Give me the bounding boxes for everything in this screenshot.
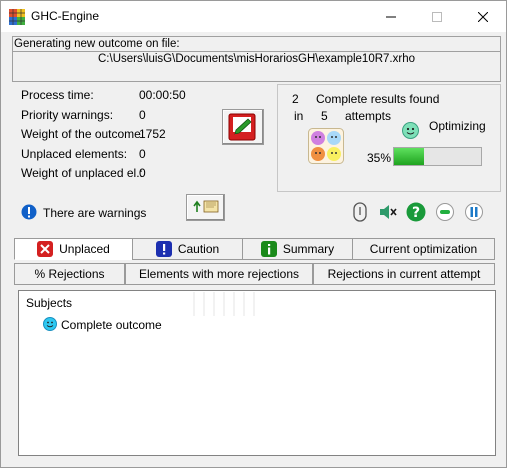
stat-value-unplaced: 0: [139, 147, 146, 161]
app-grid-icon: [9, 9, 25, 25]
progress-percent: 35%: [367, 151, 392, 165]
results-attempts: 5: [321, 109, 328, 123]
results-count: 2: [292, 92, 299, 106]
stat-label-process-time: Process time:: [21, 88, 94, 102]
export-folder-icon: [193, 200, 219, 213]
results-panel: 2 Complete results found in 5 attempts O…: [277, 84, 501, 192]
tab-caution-label: Caution: [177, 242, 220, 256]
file-divider: [13, 51, 500, 52]
svg-text:?: ?: [412, 205, 420, 221]
minimize-button[interactable]: [368, 1, 414, 32]
tab-elements-more-rejections[interactable]: Elements with more rejections: [125, 263, 313, 285]
file-path: C:\Users\luisG\Documents\misHorariosGH\e…: [98, 53, 415, 65]
stat-value-weight-unplaced: 0: [139, 166, 146, 180]
info-green-icon: [260, 240, 277, 257]
progress-fill: [394, 148, 425, 165]
maximize-button: [414, 1, 460, 32]
results-count-label: Complete results found: [316, 92, 440, 106]
tab-unplaced-label: Unplaced: [59, 242, 110, 256]
stat-value-process-time: 00:00:50: [139, 88, 186, 102]
stat-value-weight-outcome: 1752: [139, 127, 166, 141]
tab-rejections-percent-label: % Rejections: [34, 267, 105, 281]
tab-summary[interactable]: Summary: [242, 238, 353, 260]
progress-bar: [393, 147, 482, 166]
stat-label-priority-warnings: Priority warnings:: [21, 108, 114, 122]
close-button[interactable]: [460, 1, 506, 32]
pause-icon[interactable]: [464, 202, 484, 222]
ghc-document-pencil-icon: [228, 113, 256, 141]
stat-label-weight-unplaced: Weight of unplaced el.:: [21, 166, 143, 180]
warning-text: There are warnings: [43, 206, 147, 220]
file-info-box: Generating new outcome on file: C:\Users…: [12, 36, 501, 82]
tab-current-optimization[interactable]: Current optimization: [352, 238, 495, 260]
stop-minus-icon[interactable]: [435, 202, 455, 222]
list-item[interactable]: Complete outcome: [61, 318, 162, 332]
stat-value-priority-warnings: 0: [139, 108, 146, 122]
tab-elements-more-rejections-label: Elements with more rejections: [138, 267, 300, 281]
tab-current-optimization-label: Current optimization: [369, 242, 478, 256]
export-button[interactable]: [186, 194, 225, 221]
warning-info-icon: [21, 204, 37, 220]
tab-unplaced[interactable]: Unplaced: [14, 238, 133, 260]
ghc-edit-button[interactable]: [222, 109, 264, 145]
status-optimizing: Optimizing: [429, 119, 486, 133]
smiley-face-icon: [43, 317, 57, 331]
maximize-icon: [432, 11, 442, 22]
stat-label-weight-outcome: Weight of the outcome:: [21, 127, 145, 141]
title-bar[interactable]: GHC-Engine: [1, 1, 506, 32]
file-label: Generating new outcome on file:: [14, 38, 180, 50]
ghc-engine-window: GHC-Engine Generating new outcome on fil…: [0, 0, 507, 468]
faces-status-icon: [308, 128, 344, 164]
exclamation-blue-icon: [155, 240, 172, 257]
smiley-status-icon: [402, 122, 419, 139]
mute-sound-icon[interactable]: [378, 202, 398, 222]
results-in-label: in: [294, 109, 304, 123]
stat-label-unplaced: Unplaced elements:: [21, 147, 128, 161]
tab-rejections-current-attempt-label: Rejections in current attempt: [327, 267, 481, 281]
window-title: GHC-Engine: [31, 9, 100, 23]
tab-summary-label: Summary: [282, 242, 335, 256]
minimize-icon: [386, 16, 396, 17]
tab-caution[interactable]: Caution: [132, 238, 243, 260]
close-icon: [478, 11, 488, 22]
faint-divider-lines: [193, 292, 255, 316]
subjects-header: Subjects: [26, 296, 73, 310]
content-panel[interactable]: Subjects Complete outcome: [18, 290, 496, 456]
tab-rejections-current-attempt[interactable]: Rejections in current attempt: [313, 263, 495, 285]
paperclip-icon[interactable]: [350, 202, 370, 222]
tab-rejections-percent[interactable]: % Rejections: [14, 263, 125, 285]
results-attempts-label: attempts: [345, 109, 392, 123]
x-red-icon: [37, 240, 54, 257]
help-icon[interactable]: ?: [406, 202, 426, 222]
